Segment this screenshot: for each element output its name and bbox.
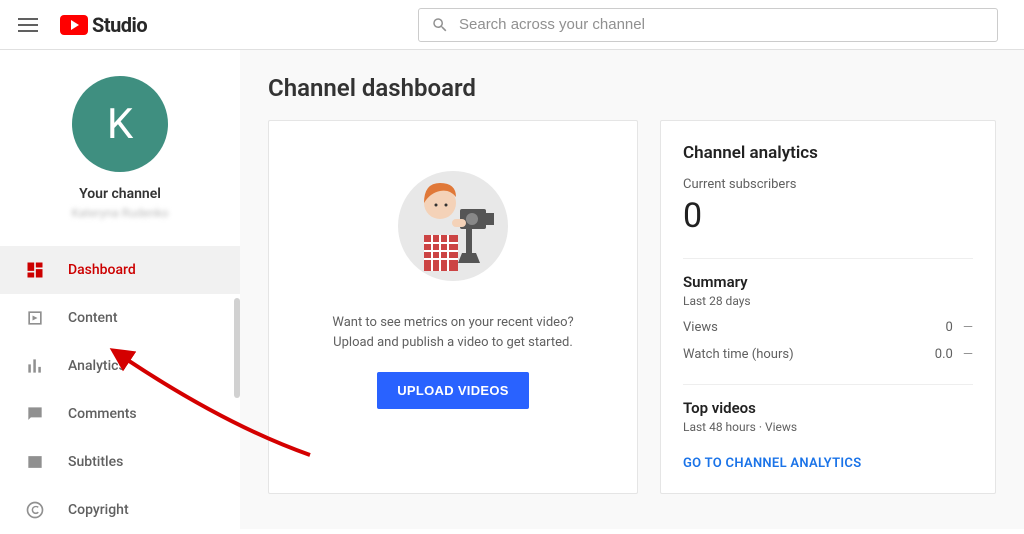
upload-illustration xyxy=(388,161,518,295)
metric-delta: — xyxy=(963,347,973,362)
analytics-title: Channel analytics xyxy=(683,143,973,163)
sidebar-item-copyright[interactable]: Copyright xyxy=(0,486,240,534)
channel-analytics-card: Channel analytics Current subscribers 0 … xyxy=(660,120,996,494)
go-to-analytics-link[interactable]: GO TO CHANNEL ANALYTICS xyxy=(683,456,861,471)
metric-delta: — xyxy=(963,320,973,335)
sidebar-item-label: Copyright xyxy=(68,502,129,518)
metric-label: Views xyxy=(683,320,718,335)
channel-name: Kateryna Rudenko xyxy=(0,206,240,220)
youtube-icon xyxy=(60,15,88,35)
top-videos-title: Top videos xyxy=(683,399,973,417)
upload-videos-button[interactable]: UPLOAD VIDEOS xyxy=(377,372,529,409)
summary-title: Summary xyxy=(683,273,973,291)
sidebar-item-comments[interactable]: Comments xyxy=(0,390,240,438)
logo-text: Studio xyxy=(92,13,147,37)
sidebar-item-analytics[interactable]: Analytics xyxy=(0,342,240,390)
search-input[interactable] xyxy=(459,16,985,33)
upload-prompt-line2: Upload and publish a video to get starte… xyxy=(333,333,573,353)
upload-prompt-line1: Want to see metrics on your recent video… xyxy=(332,313,573,333)
metric-value: 0.0 xyxy=(935,347,953,362)
sidebar-item-label: Subtitles xyxy=(68,454,123,470)
comments-icon xyxy=(24,403,46,425)
top-videos-subtitle: Last 48 hours · Views xyxy=(683,420,973,434)
subscribers-value: 0 xyxy=(683,196,973,236)
channel-avatar[interactable]: K xyxy=(72,76,168,172)
sidebar-nav: Dashboard Content Analytics Comments xyxy=(0,246,240,534)
search-icon xyxy=(431,16,449,34)
menu-icon[interactable] xyxy=(18,13,42,37)
scrollbar[interactable] xyxy=(234,298,240,398)
sidebar-item-label: Content xyxy=(68,310,118,326)
subscribers-label: Current subscribers xyxy=(683,177,973,192)
upload-prompt-card: Want to see metrics on your recent video… xyxy=(268,120,638,494)
main-content: Channel dashboard xyxy=(240,50,1024,529)
analytics-icon xyxy=(24,355,46,377)
sidebar-item-label: Dashboard xyxy=(68,262,136,278)
summary-subtitle: Last 28 days xyxy=(683,294,973,308)
subtitles-icon xyxy=(24,451,46,473)
sidebar-item-subtitles[interactable]: Subtitles xyxy=(0,438,240,486)
sidebar-item-content[interactable]: Content xyxy=(0,294,240,342)
copyright-icon xyxy=(24,499,46,521)
youtube-studio-logo[interactable]: Studio xyxy=(60,13,147,37)
search-box[interactable] xyxy=(418,8,998,42)
sidebar-item-dashboard[interactable]: Dashboard xyxy=(0,246,240,294)
channel-label: Your channel xyxy=(0,186,240,202)
sidebar-item-label: Analytics xyxy=(68,358,126,374)
page-title: Channel dashboard xyxy=(268,74,996,102)
app-header: Studio xyxy=(0,0,1024,50)
metric-row-views: Views 0 — xyxy=(683,320,973,335)
sidebar: K Your channel Kateryna Rudenko Dashboar… xyxy=(0,50,240,529)
metric-label: Watch time (hours) xyxy=(683,347,794,362)
dashboard-icon xyxy=(24,259,46,281)
metric-value: 0 xyxy=(946,320,953,335)
content-icon xyxy=(24,307,46,329)
sidebar-item-label: Comments xyxy=(68,406,137,422)
metric-row-watch-time: Watch time (hours) 0.0 — xyxy=(683,347,973,362)
